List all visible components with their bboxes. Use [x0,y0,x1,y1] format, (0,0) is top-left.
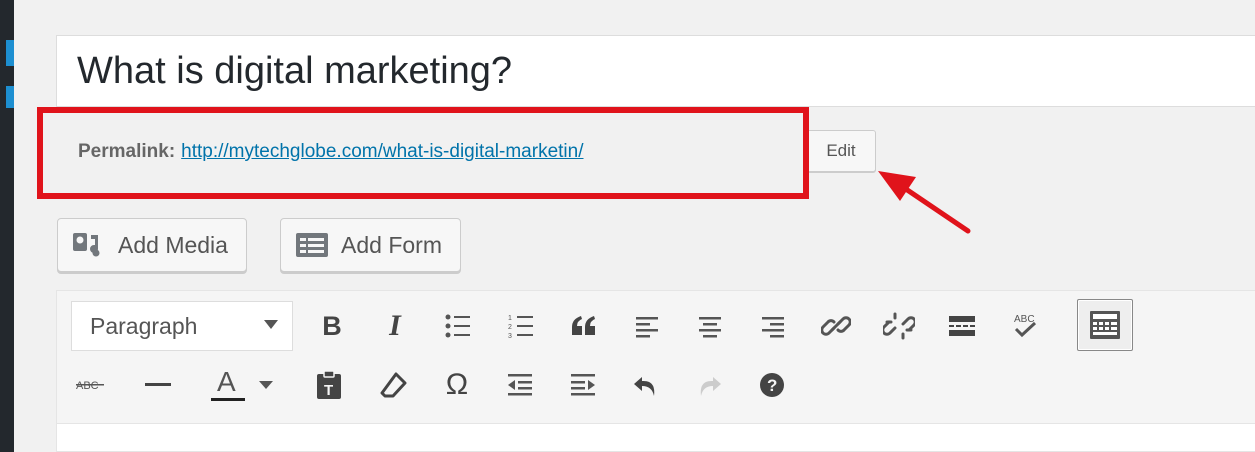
add-form-label: Add Form [341,231,442,258]
chevron-down-icon [264,320,278,329]
add-media-button[interactable]: Add Media [57,218,247,272]
svg-text:A: A [217,367,236,397]
svg-text:?: ? [767,376,777,395]
horizontal-line-button[interactable] [138,365,178,405]
add-form-icon [295,232,329,258]
format-select-value: Paragraph [90,312,198,339]
special-character-button[interactable]: Ω [437,365,477,405]
text-color-button[interactable]: A [203,365,279,405]
paste-as-text-icon: T [317,370,341,399]
read-more-button[interactable] [942,306,982,346]
help-icon: ? [760,373,784,397]
spellcheck-button[interactable]: ABC [1005,306,1045,346]
svg-text:2: 2 [508,324,512,331]
editor-content-area[interactable] [57,423,1255,451]
strikethrough-icon: ABC [76,380,104,392]
italic-button[interactable]: I [375,306,415,346]
align-center-icon [699,317,721,338]
align-left-icon [636,317,658,338]
admin-sidebar-edge [0,0,14,452]
svg-text:ABC: ABC [76,380,99,392]
add-media-icon [72,231,106,259]
spellcheck-icon: ABC [1014,314,1037,338]
svg-text:1: 1 [508,315,512,322]
post-title-input[interactable] [56,35,1255,107]
permalink-row: Permalink: http://mytechglobe.com/what-i… [78,132,584,172]
bulleted-list-icon [445,314,470,338]
align-right-button[interactable] [753,306,793,346]
align-center-button[interactable] [690,306,730,346]
svg-text:T: T [324,382,333,399]
strikethrough-button[interactable]: ABC [71,365,111,405]
bulleted-list-button[interactable] [438,306,478,346]
toolbar-toggle-icon [1090,311,1120,339]
bold-icon: B [322,310,342,341]
clear-formatting-icon [380,372,407,398]
toolbar-toggle-button[interactable] [1077,299,1133,351]
outdent-icon [508,374,532,396]
text-color-icon: A [211,367,273,401]
format-select[interactable]: Paragraph [71,301,293,351]
align-left-button[interactable] [627,306,667,346]
outdent-button[interactable] [500,365,540,405]
horizontal-line-icon [145,383,171,386]
edit-permalink-button[interactable]: Edit [806,130,876,172]
annotation-arrow-icon [878,171,971,234]
sidebar-active-marker [6,86,14,108]
paste-as-text-button[interactable]: T [309,365,349,405]
read-more-icon [949,316,975,336]
add-form-button[interactable]: Add Form [280,218,461,272]
redo-button[interactable] [689,365,729,405]
svg-text:ABC: ABC [1014,314,1035,325]
add-media-label: Add Media [118,231,228,258]
content-editor: Paragraph B I 1 2 3 ABC ABC A T Ω ? [56,290,1255,452]
permalink-base: http://mytechglobe.com/ [181,141,383,162]
permalink-link[interactable]: http://mytechglobe.com/what-is-digital-m… [181,141,583,163]
sidebar-active-marker [6,40,14,66]
remove-link-icon [883,312,915,340]
align-right-icon [762,317,784,338]
bold-button[interactable]: B [312,306,352,346]
svg-text:3: 3 [508,333,512,340]
redo-icon [700,377,721,396]
indent-button[interactable] [563,365,603,405]
permalink-slug: what-is-digital-marketin/ [382,141,584,162]
help-button[interactable]: ? [752,365,792,405]
special-character-icon: Ω [445,368,469,401]
permalink-label: Permalink: [78,141,176,162]
insert-link-button[interactable] [816,306,856,346]
blockquote-icon [572,316,595,335]
clear-formatting-button[interactable] [374,365,414,405]
blockquote-button[interactable] [564,306,604,346]
indent-icon [571,374,595,396]
numbered-list-icon: 1 2 3 [508,315,533,340]
remove-link-button[interactable] [879,306,919,346]
italic-icon: I [389,309,401,342]
insert-link-icon [821,316,851,336]
numbered-list-button[interactable]: 1 2 3 [501,306,541,346]
undo-icon [634,377,655,396]
undo-button[interactable] [626,365,666,405]
